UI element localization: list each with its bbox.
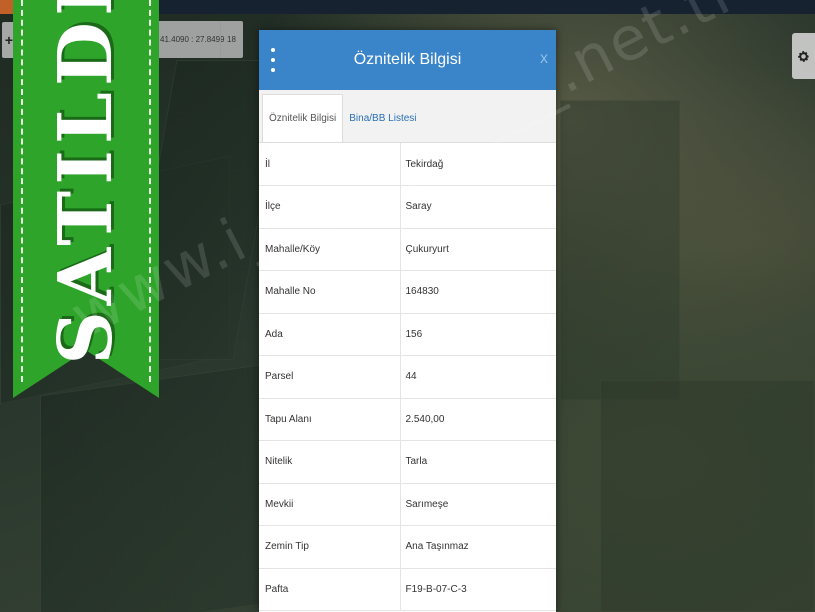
attribute-label: Pafta — [259, 568, 400, 611]
attribute-value: 156 — [399, 313, 556, 356]
attribute-label: İl — [259, 143, 400, 186]
attribute-label: Parsel — [259, 355, 400, 399]
attribute-label: Ada — [259, 313, 400, 356]
attribute-label: Tapu Alanı — [259, 398, 400, 441]
table-row: Ada 156 — [259, 313, 556, 356]
attribute-value: Ana Taşınmaz — [399, 525, 556, 569]
attribute-value: Tekirdağ — [399, 143, 556, 186]
dialog-title: Öznitelik Bilgisi — [353, 51, 462, 68]
coordinates-text: 41.4090 : 27.8499 — [160, 35, 225, 44]
attribute-label: Zemin Tip — [259, 525, 400, 569]
tab-attribute-info[interactable]: Öznitelik Bilgisi — [262, 94, 344, 142]
dialog-header: Öznitelik Bilgisi x — [259, 30, 556, 90]
table-row: İlçe Saray — [259, 185, 556, 229]
table-row: Nitelik Tarla — [259, 440, 556, 484]
attribute-value: Çukuryurt — [399, 228, 556, 271]
attribute-value: 2.540,00 — [399, 398, 556, 441]
table-row: Zemin Tip Ana Taşınmaz — [259, 525, 556, 569]
attribute-value: Saray — [399, 185, 556, 229]
dialog-tabs: Öznitelik Bilgisi Bina/BB Listesi — [259, 90, 556, 143]
table-row: Mevkii Sarımeşe — [259, 483, 556, 526]
attribute-value: F19-B-07-C-3 — [399, 568, 556, 611]
attribute-value: Tarla — [399, 440, 556, 484]
zoom-level: 18 — [220, 21, 242, 58]
coordinate-readout: 41.4090 : 27.8499 18 — [150, 21, 243, 58]
attribute-table: İl Tekirdağ İlçe Saray Mahalle/Köy Çukuryurt M… — [259, 143, 556, 611]
table-row: Mahalle/Köy Çukuryurt — [259, 228, 556, 271]
attribute-value: 44 — [399, 355, 556, 399]
attribute-label: Mahalle/Köy — [259, 228, 400, 271]
attribute-label: İlçe — [259, 185, 400, 229]
attribute-label: Nitelik — [259, 440, 400, 484]
attribute-info-dialog: Öznitelik Bilgisi x Öznitelik Bilgisi Bi… — [259, 30, 556, 612]
table-row: Parsel 44 — [259, 355, 556, 399]
attribute-value: Sarımeşe — [399, 483, 556, 526]
table-row: İl Tekirdağ — [259, 143, 556, 186]
tab-building-list[interactable]: Bina/BB Listesi — [343, 94, 422, 142]
sold-label: SATILDI — [43, 0, 129, 365]
attribute-label: Mahalle No — [259, 270, 400, 314]
table-row: Tapu Alanı 2.540,00 — [259, 398, 556, 441]
table-row: Pafta F19-B-07-C-3 — [259, 568, 556, 611]
gear-icon — [798, 50, 809, 62]
attribute-value: 164830 — [399, 270, 556, 314]
table-row: Mahalle No 164830 — [259, 270, 556, 314]
vertical-dots-icon[interactable] — [268, 48, 278, 72]
settings-button[interactable] — [792, 33, 815, 79]
close-icon[interactable]: x — [540, 50, 548, 68]
attribute-label: Mevkii — [259, 483, 400, 526]
